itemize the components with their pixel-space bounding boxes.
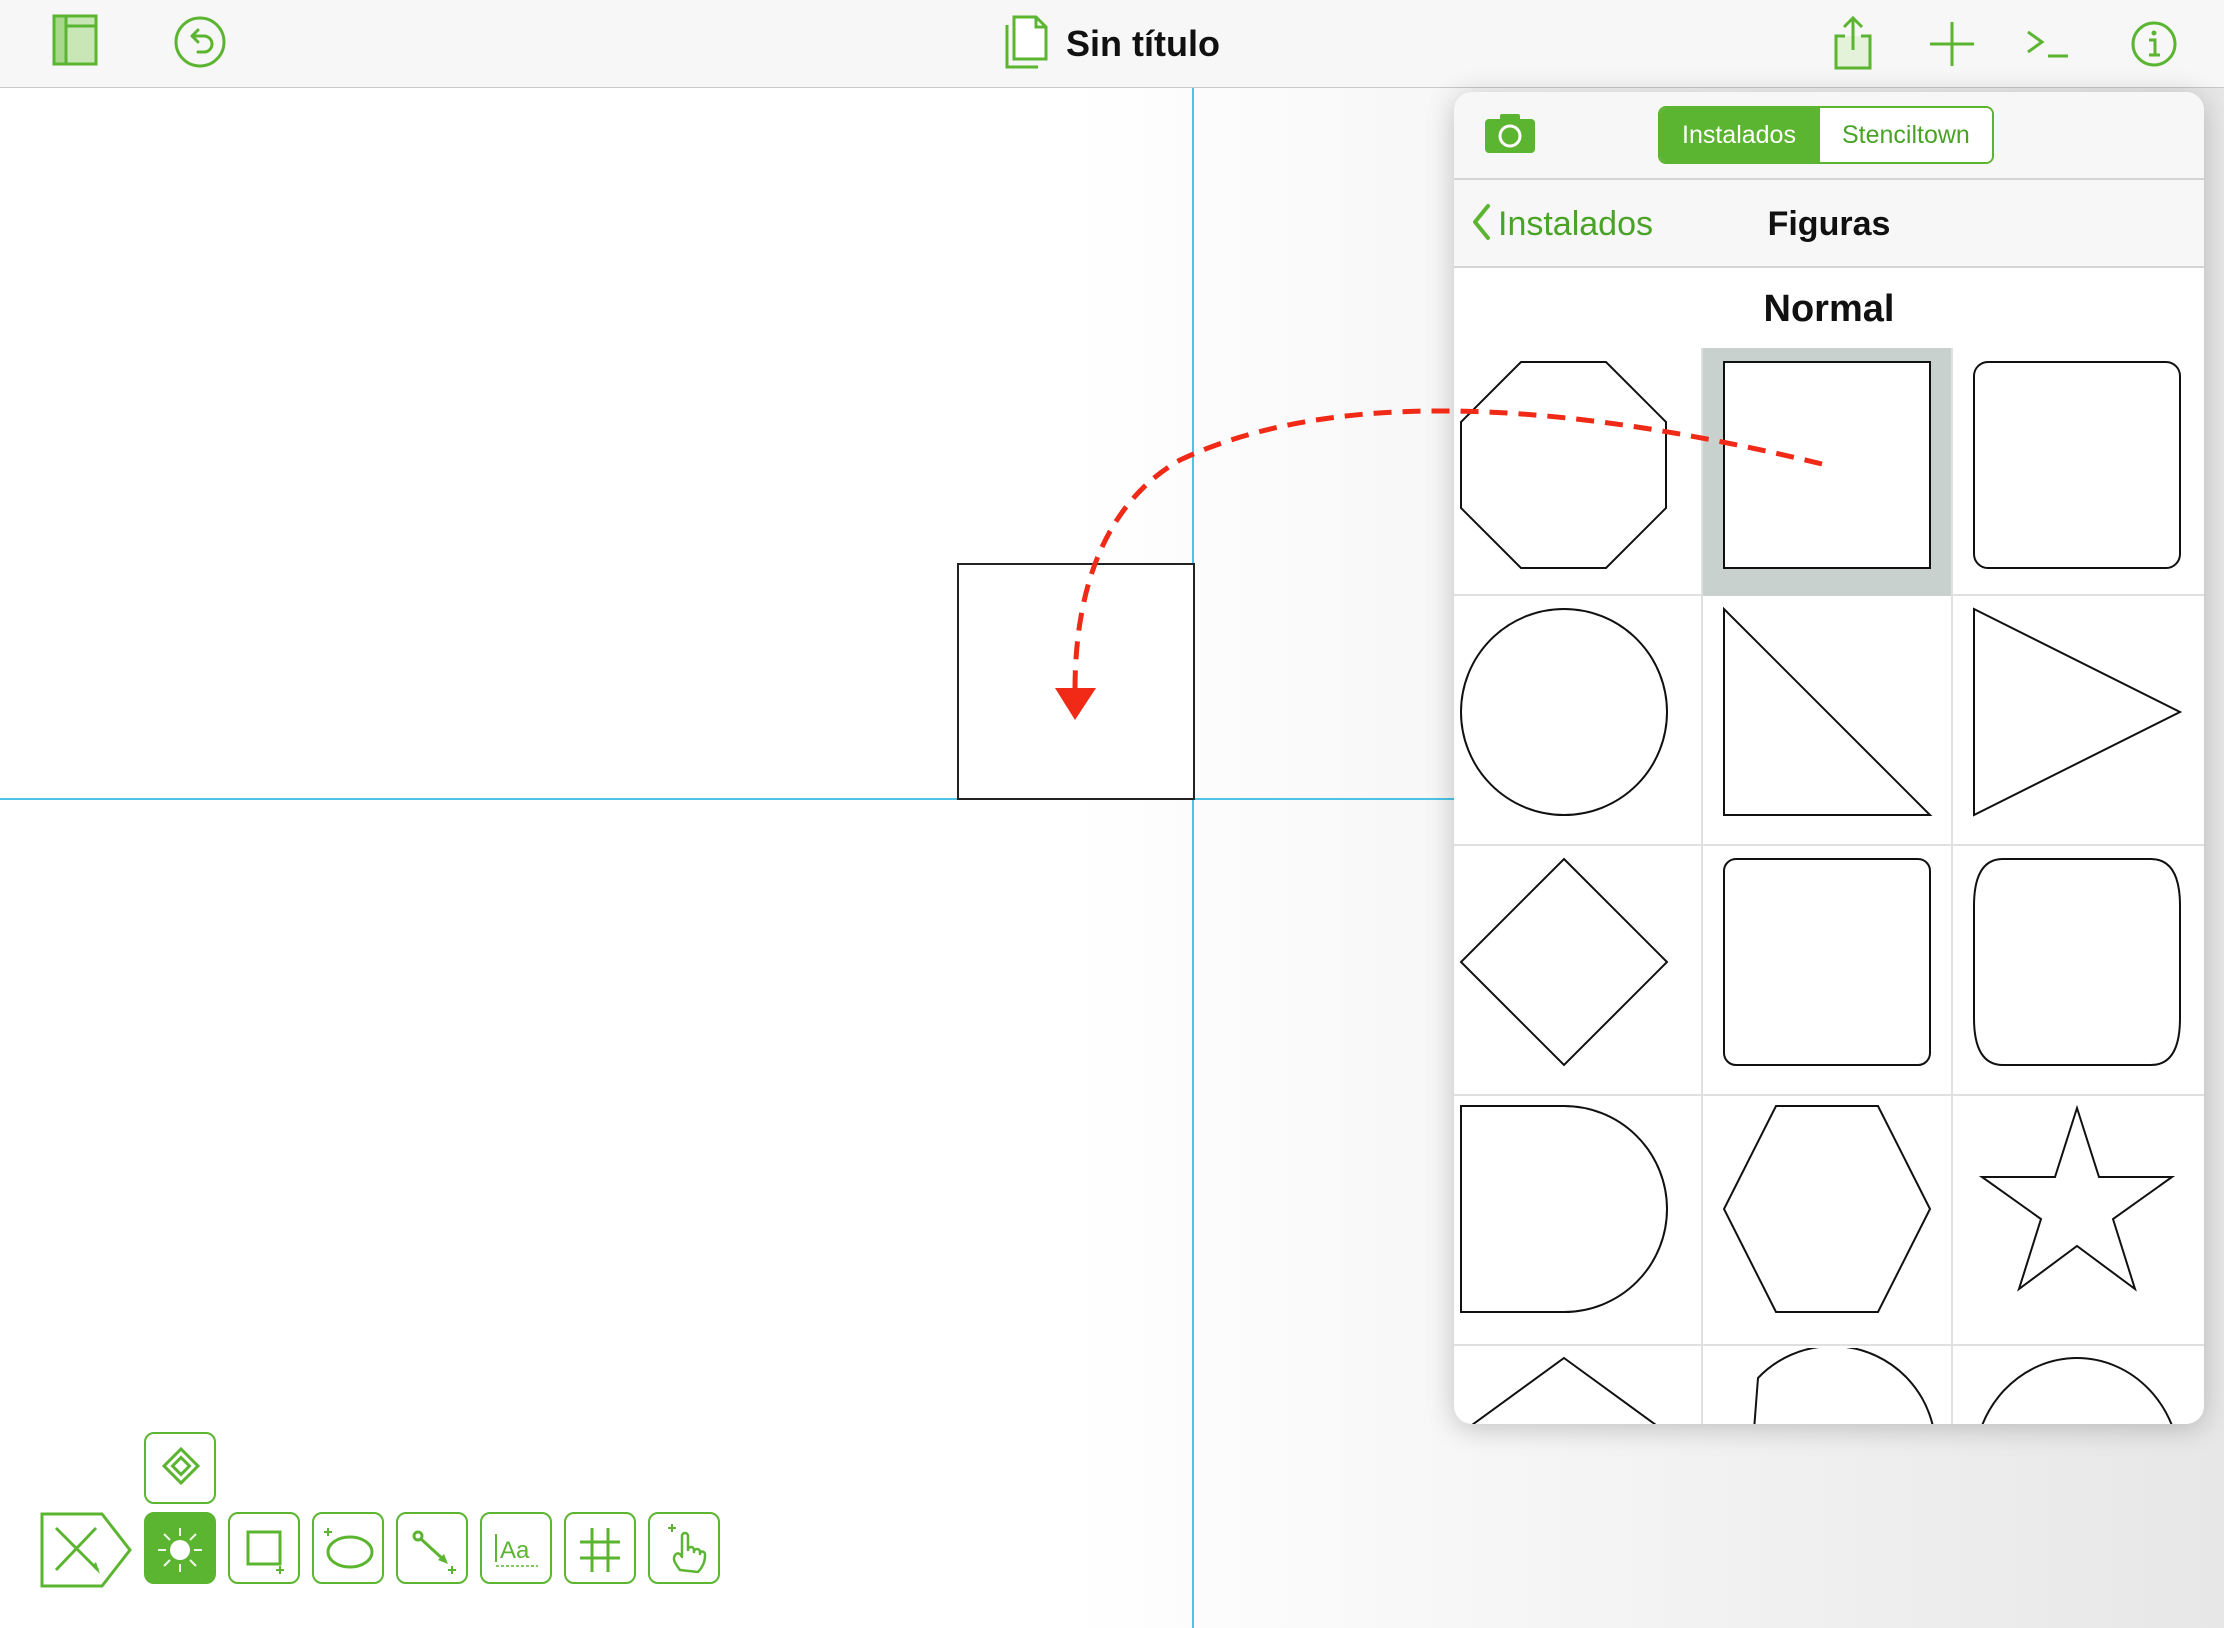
segment-stenciltown[interactable]: Stenciltown: [1817, 108, 1992, 162]
shape-half-ellipse[interactable]: [1953, 1348, 2201, 1424]
popover-nav-bar: Figuras Instalados: [1454, 180, 2204, 268]
popover-header: Instalados Stenciltown: [1454, 92, 2204, 180]
shape-circle-segment[interactable]: [1703, 1348, 1951, 1424]
shape-diamond[interactable]: [1454, 848, 1702, 1096]
svg-text:Aa: Aa: [500, 1537, 530, 1564]
style-tool[interactable]: [144, 1432, 216, 1504]
shape-pentagon[interactable]: [1454, 1348, 1702, 1424]
console-icon[interactable]: [2026, 26, 2070, 67]
title-area: Sin título: [0, 0, 2224, 88]
selection-tool[interactable]: [144, 1512, 216, 1584]
document-icon: [1004, 15, 1050, 74]
shape-hexagon[interactable]: [1703, 1098, 1951, 1346]
segment-instalados[interactable]: Instalados: [1660, 108, 1818, 162]
top-toolbar: Sin título: [0, 0, 2224, 88]
shape-bulged-rectangle[interactable]: [1953, 848, 2201, 1096]
shape-right-triangle[interactable]: [1703, 598, 1951, 846]
point-tool[interactable]: [648, 1512, 720, 1584]
shape-circle[interactable]: [1454, 598, 1702, 846]
shape-star[interactable]: [1953, 1098, 2201, 1346]
shape-rounded-rectangle[interactable]: [1703, 848, 1951, 1096]
shape-rounded-square[interactable]: [1953, 348, 2201, 596]
shape-grid: [1454, 348, 2204, 1424]
add-icon[interactable]: [1928, 20, 1976, 73]
diagram-tool[interactable]: [564, 1512, 636, 1584]
info-icon[interactable]: [2130, 20, 2178, 73]
shape-d-shape[interactable]: [1454, 1098, 1702, 1346]
document-title[interactable]: Sin título: [1066, 23, 1220, 65]
back-label: Instalados: [1498, 204, 1653, 243]
section-title: Normal: [1763, 288, 1895, 330]
sidebar-icon[interactable]: [52, 14, 100, 73]
share-icon[interactable]: [1832, 14, 1874, 77]
chevron-left-icon: [1470, 202, 1492, 247]
pen-pencil-tool[interactable]: [38, 1512, 134, 1593]
text-tool[interactable]: Aa: [480, 1512, 552, 1584]
shape-tool[interactable]: [228, 1512, 300, 1584]
camera-icon[interactable]: [1484, 112, 1536, 159]
shape-triangle-right[interactable]: [1953, 598, 2201, 846]
placed-square-shape[interactable]: [957, 563, 1195, 800]
lasso-tool[interactable]: [312, 1512, 384, 1584]
line-tool[interactable]: [396, 1512, 468, 1584]
back-button[interactable]: Instalados: [1470, 180, 1653, 268]
shape-square[interactable]: [1703, 348, 1951, 596]
shape-octagon[interactable]: [1454, 348, 1702, 596]
stencil-popover: Instalados Stenciltown Figuras Instalado…: [1454, 92, 2204, 1424]
undo-icon[interactable]: [172, 14, 228, 75]
source-segmented-control: Instalados Stenciltown: [1658, 106, 1994, 164]
